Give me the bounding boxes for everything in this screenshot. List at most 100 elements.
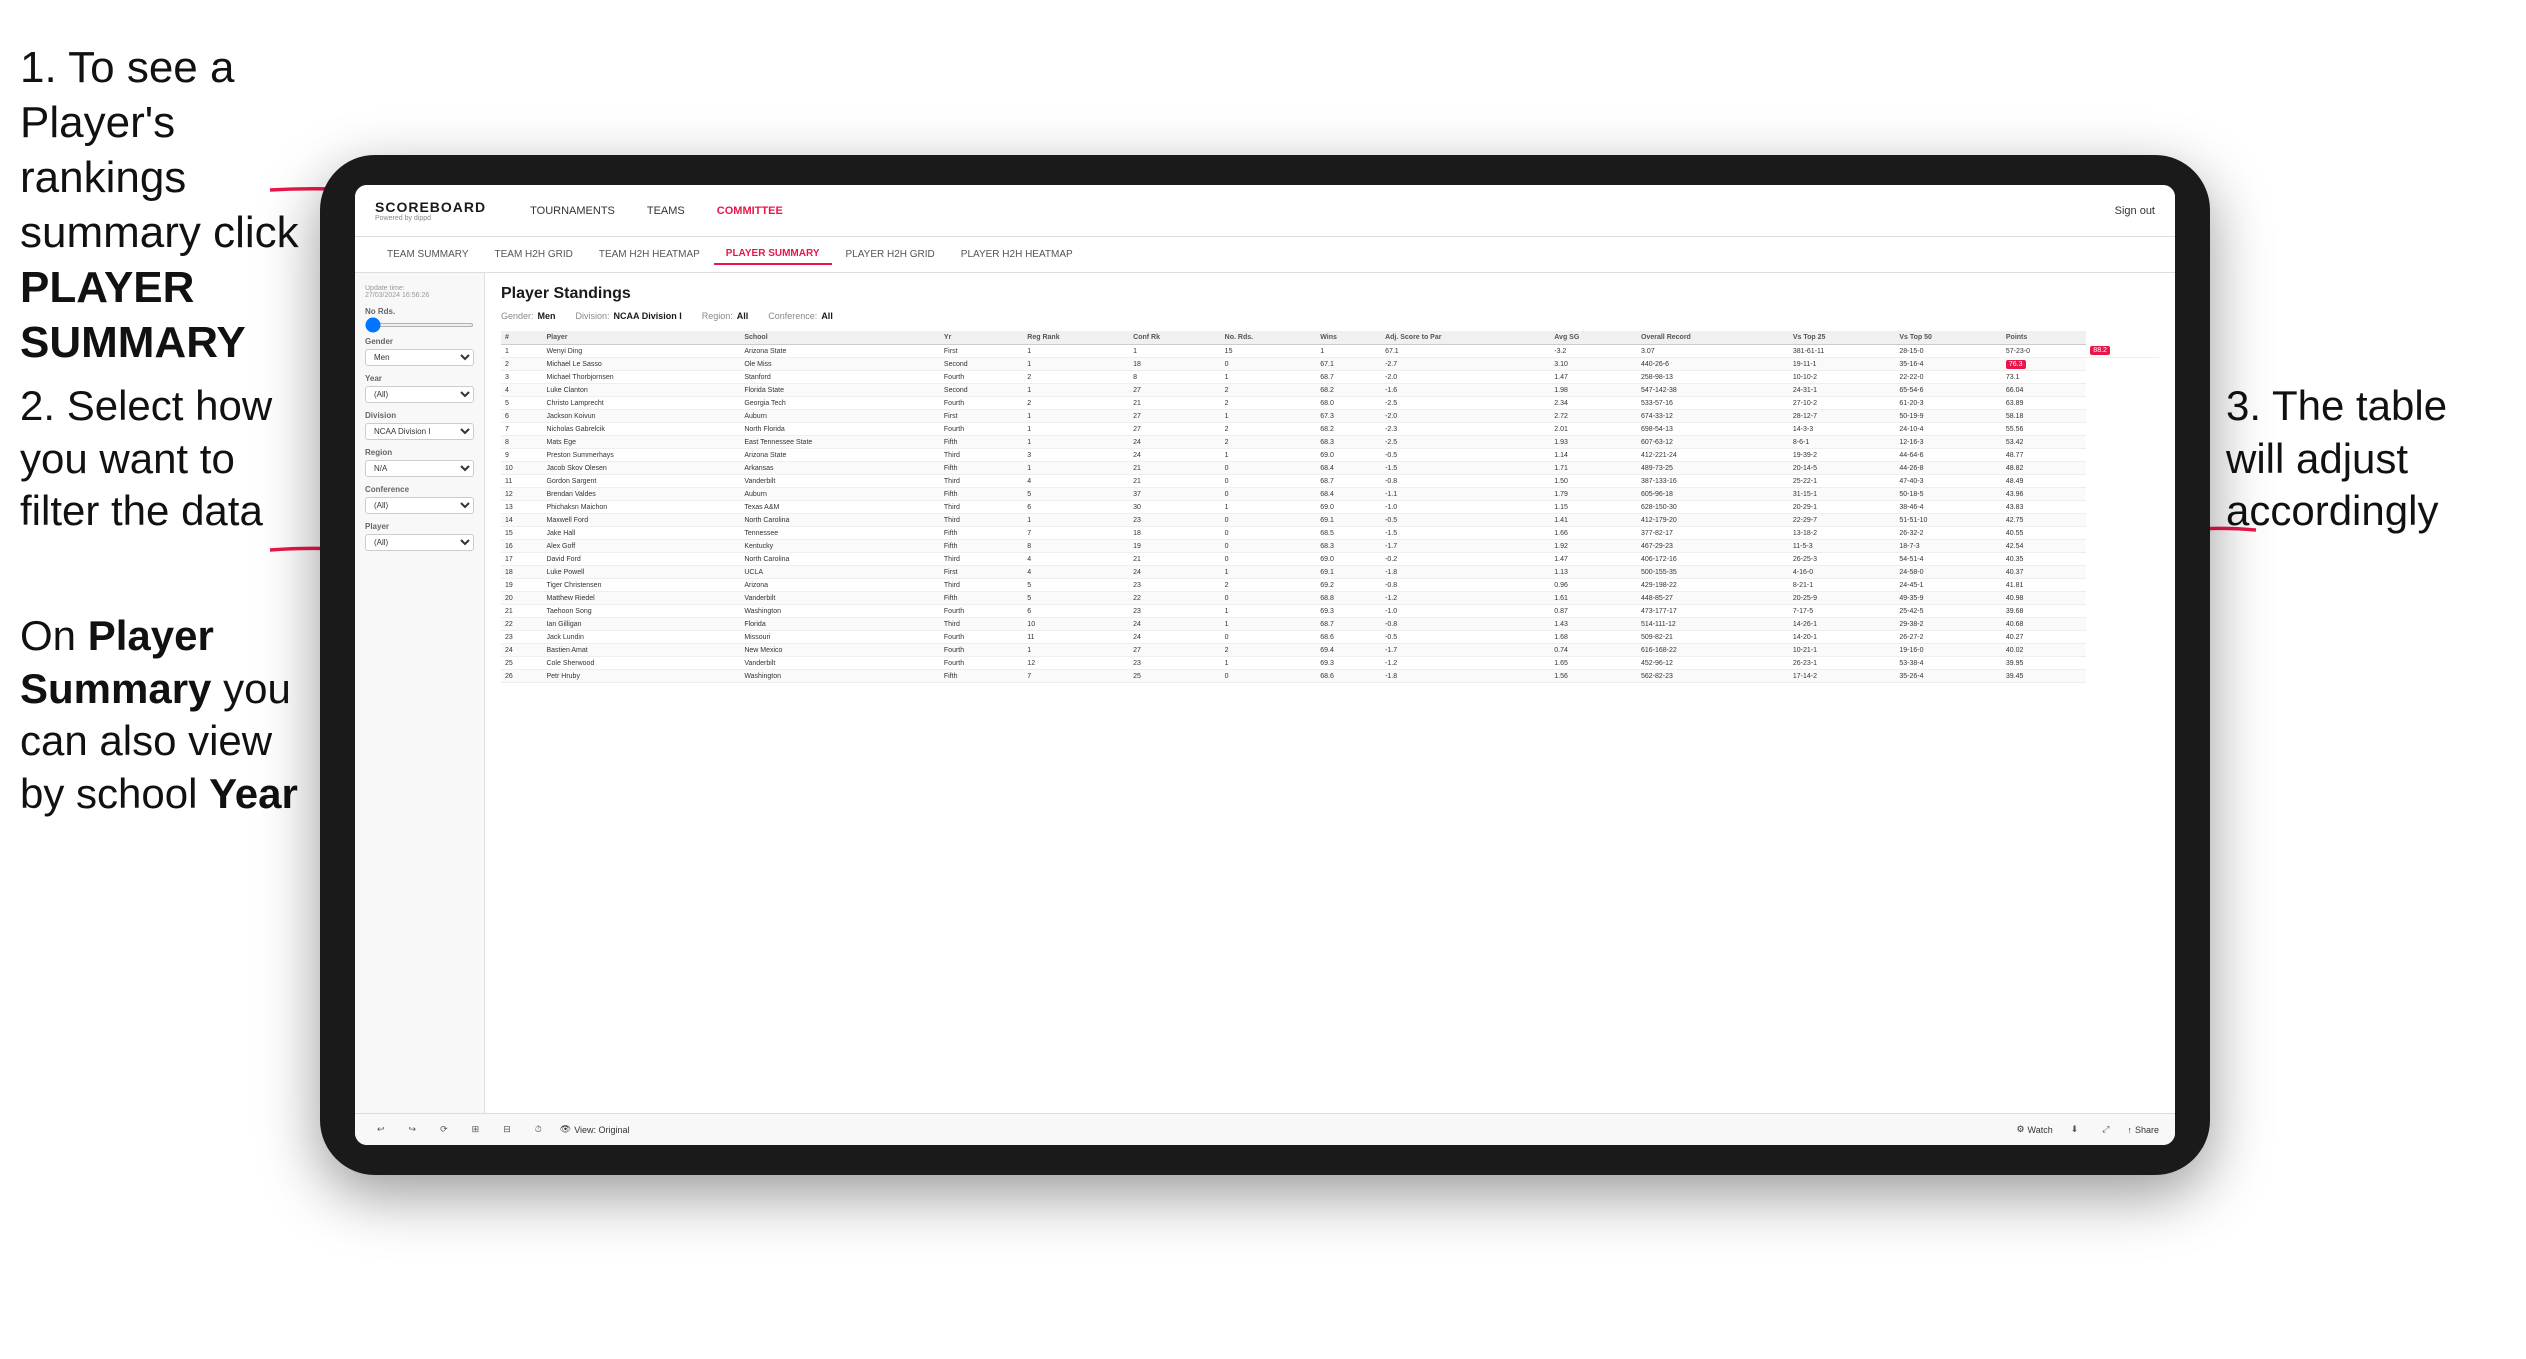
instruction-step1: 1. To see a Player's rankings summary cl… — [20, 40, 330, 370]
undo-button[interactable]: ↩ — [371, 1122, 391, 1137]
sub-nav: TEAM SUMMARY TEAM H2H GRID TEAM H2H HEAT… — [355, 237, 2175, 273]
table-row[interactable]: 18Luke PowellUCLAFirst424169.1-1.81.1350… — [501, 566, 2159, 579]
view-label-text: View: Original — [574, 1125, 629, 1135]
fullscreen-button[interactable]: ⤢ — [2096, 1122, 2115, 1137]
region-filter-select[interactable]: N/A — [365, 460, 474, 477]
table-row[interactable]: 23Jack LundinMissouriFourth1124068.6-0.5… — [501, 631, 2159, 644]
table-row[interactable]: 24Bastien AmatNew MexicoFourth127269.4-1… — [501, 644, 2159, 657]
sub-nav-team-summary[interactable]: TEAM SUMMARY — [375, 245, 481, 264]
col-vs-top25: Vs Top 25 — [1789, 331, 1896, 345]
step1-text: 1. To see a Player's rankings summary cl… — [20, 43, 299, 257]
col-no-rds: No. Rds. — [1221, 331, 1317, 345]
conference-display: Conference: All — [768, 311, 833, 321]
instruction-step2-note: On Player Summary you can also view by s… — [20, 610, 300, 820]
table-row[interactable]: 11Gordon SargentVanderbiltThird421068.7-… — [501, 475, 2159, 488]
region-display: Region: All — [702, 311, 749, 321]
step2-title: 2. Select how you want to filter the dat… — [20, 382, 272, 534]
table-row[interactable]: 22Ian GilliganFloridaThird1024168.7-0.81… — [501, 618, 2159, 631]
update-time: Update time: 27/03/2024 16:56:26 — [365, 285, 474, 299]
bottom-toolbar: ↩ ↪ ⟳ ⊞ ⊟ ⏱ 👁 View: Original ⚙ Watch ⬇ ⤢ — [355, 1113, 2175, 1145]
main-table-area: Player Standings Gender: Men Division: N… — [485, 273, 2175, 1113]
sidebar-filters: Update time: 27/03/2024 16:56:26 No Rds.… — [355, 273, 485, 1113]
sub-nav-player-h2h-grid[interactable]: PLAYER H2H GRID — [834, 245, 947, 264]
watch-button[interactable]: ⚙ Watch — [2016, 1124, 2052, 1135]
table-row[interactable]: 5Christo LamprechtGeorgia TechFourth2212… — [501, 397, 2159, 410]
instruction-step3: 3. The table will adjust accordingly — [2226, 380, 2506, 538]
conference-display-value: All — [821, 311, 833, 321]
division-display-label: Division: — [576, 311, 610, 321]
table-row[interactable]: 26Petr HrubyWashingtonFifth725068.6-1.81… — [501, 670, 2159, 683]
nav-teams[interactable]: TEAMS — [633, 199, 699, 223]
watch-label-text: Watch — [2028, 1125, 2053, 1135]
division-filter-label: Division — [365, 411, 474, 420]
sub-nav-player-summary[interactable]: PLAYER SUMMARY — [714, 244, 832, 265]
table-row[interactable]: 1Wenyi DingArizona StateFirst1115167.1-3… — [501, 345, 2159, 358]
step1-bold: PLAYER SUMMARY — [20, 263, 246, 367]
table-header-row: # Player School Yr Reg Rank Conf Rk No. … — [501, 331, 2159, 345]
table-row[interactable]: 13Phichaksn MaichonTexas A&MThird630169.… — [501, 501, 2159, 514]
step2-bold2: Year — [209, 770, 298, 817]
eye-icon: 👁 — [560, 1124, 571, 1135]
clock-button[interactable]: ⏱ — [529, 1122, 548, 1137]
gender-display: Gender: Men — [501, 311, 556, 321]
copy-button[interactable]: ⊞ — [466, 1122, 486, 1137]
sub-nav-team-h2h-heatmap[interactable]: TEAM H2H HEATMAP — [587, 245, 712, 264]
step2-bold1: Player Summary — [20, 612, 214, 712]
section-title: Player Standings — [501, 285, 2159, 303]
no-rds-label: No Rds. — [365, 307, 474, 316]
table-row[interactable]: 14Maxwell FordNorth CarolinaThird123069.… — [501, 514, 2159, 527]
main-nav: TOURNAMENTS TEAMS COMMITTEE — [516, 199, 2115, 223]
sub-nav-player-h2h-heatmap[interactable]: PLAYER H2H HEATMAP — [949, 245, 1085, 264]
gender-filter-label: Gender — [365, 337, 474, 346]
region-display-label: Region: — [702, 311, 733, 321]
app-content: Update time: 27/03/2024 16:56:26 No Rds.… — [355, 273, 2175, 1113]
table-row[interactable]: 20Matthew RiedelVanderbiltFifth522068.8-… — [501, 592, 2159, 605]
download-button[interactable]: ⬇ — [2065, 1122, 2085, 1137]
col-adj-score: Adj. Score to Par — [1381, 331, 1550, 345]
division-display-value: NCAA Division I — [614, 311, 682, 321]
table-row[interactable]: 21Taehoon SongWashingtonFourth623169.3-1… — [501, 605, 2159, 618]
table-row[interactable]: 8Mats EgeEast Tennessee StateFifth124268… — [501, 436, 2159, 449]
table-row[interactable]: 16Alex GoffKentuckyFifth819068.3-1.71.92… — [501, 540, 2159, 553]
table-row[interactable]: 6Jackson KoivunAuburnFirst127167.3-2.02.… — [501, 410, 2159, 423]
gender-display-value: Men — [538, 311, 556, 321]
table-row[interactable]: 2Michael Le SassoOle MissSecond118067.1-… — [501, 358, 2159, 371]
no-rds-slider[interactable] — [365, 323, 474, 327]
table-row[interactable]: 17David FordNorth CarolinaThird421069.0-… — [501, 553, 2159, 566]
sign-out-button[interactable]: Sign out — [2115, 205, 2155, 217]
view-original-button[interactable]: 👁 View: Original — [560, 1124, 630, 1135]
share-button[interactable]: ↑ Share — [2127, 1125, 2159, 1135]
gender-display-label: Gender: — [501, 311, 534, 321]
table-row[interactable]: 10Jacob Skov OlesenArkansasFifth121068.4… — [501, 462, 2159, 475]
sub-nav-team-h2h-grid[interactable]: TEAM H2H GRID — [483, 245, 585, 264]
table-row[interactable]: 19Tiger ChristensenArizonaThird523269.2-… — [501, 579, 2159, 592]
standings-table: # Player School Yr Reg Rank Conf Rk No. … — [501, 331, 2159, 683]
watch-icon: ⚙ — [2016, 1124, 2024, 1135]
table-row[interactable]: 25Cole SherwoodVanderbiltFourth1223169.3… — [501, 657, 2159, 670]
col-vs-top50: Vs Top 50 — [1895, 331, 2002, 345]
step3-text: 3. The table will adjust accordingly — [2226, 382, 2447, 534]
gender-filter-select[interactable]: Men — [365, 349, 474, 366]
table-row[interactable]: 9Preston SummerhaysArizona StateThird324… — [501, 449, 2159, 462]
player-filter-select[interactable]: (All) — [365, 534, 474, 551]
refresh-button[interactable]: ⟳ — [434, 1122, 454, 1137]
table-row[interactable]: 3Michael ThorbjornsenStanfordFourth28168… — [501, 371, 2159, 384]
redo-button[interactable]: ↪ — [403, 1122, 423, 1137]
col-avg-sg: Avg SG — [1550, 331, 1637, 345]
table-row[interactable]: 15Jake HallTennesseeFifth718068.5-1.51.6… — [501, 527, 2159, 540]
nav-tournaments[interactable]: TOURNAMENTS — [516, 199, 629, 223]
division-filter-select[interactable]: NCAA Division I — [365, 423, 474, 440]
logo-area: SCOREBOARD Powered by dippd — [375, 199, 486, 222]
paste-button[interactable]: ⊟ — [497, 1122, 517, 1137]
table-row[interactable]: 4Luke ClantonFlorida StateSecond127268.2… — [501, 384, 2159, 397]
table-row[interactable]: 7Nicholas GabrelcikNorth FloridaFourth12… — [501, 423, 2159, 436]
nav-committee[interactable]: COMMITTEE — [703, 199, 797, 223]
col-player: Player — [542, 331, 740, 345]
table-row[interactable]: 12Brendan ValdesAuburnFifth537068.4-1.11… — [501, 488, 2159, 501]
player-filter-label: Player — [365, 522, 474, 531]
tablet-device: SCOREBOARD Powered by dippd TOURNAMENTS … — [320, 155, 2210, 1175]
step2-note-text: On Player Summary you can also view by s… — [20, 612, 298, 817]
conference-filter-select[interactable]: (All) — [365, 497, 474, 514]
col-rank: # — [501, 331, 542, 345]
year-filter-select[interactable]: (All) — [365, 386, 474, 403]
